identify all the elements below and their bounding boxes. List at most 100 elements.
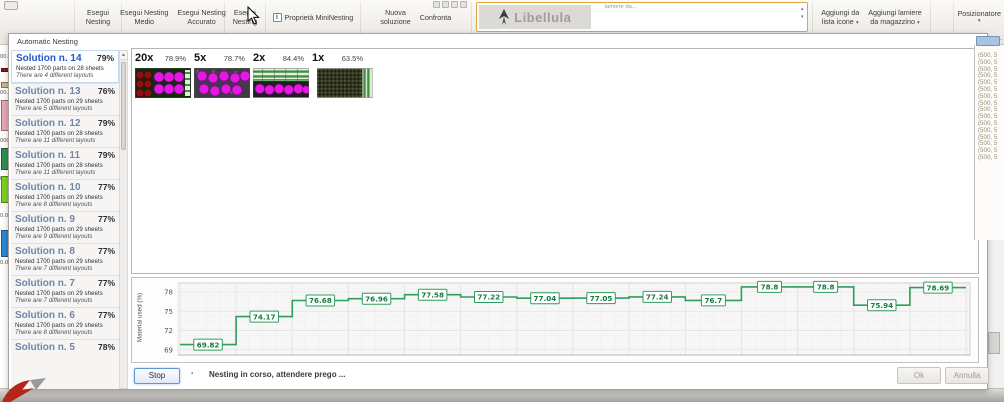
solution-parts-info: Nested 1700 parts on 29 sheets [15,290,115,297]
background-sheet-list: (500, 5(500, 5(500, 5(500, 5(500, 5(500,… [974,45,1004,240]
machine-note: lamiere da... [605,4,637,10]
screen: Esegui Nesting Modo B... Esegui Nesting … [0,0,1004,402]
material-used-chart-panel: Material used (%) 6972757869.8274.1776.6… [131,277,979,363]
background-scrollbar-fragment [988,332,1000,354]
machine-selector[interactable]: Libellula lamiere da... ▴ ▾ [476,2,808,32]
info-icon: i [273,13,282,22]
tool-icon[interactable] [433,1,440,8]
status-bullet-icon: ▪ [191,371,193,377]
scale-cell-20x: 20x 78.9% [135,52,194,64]
material-used-chart: 6972757869.8274.1776.6876.9677.5877.2277… [140,279,976,363]
solution-percentage: 78% [98,342,115,352]
dialog-title: Automatic Nesting [17,37,78,46]
ok-button[interactable]: Ok [897,367,941,384]
stop-button[interactable]: Stop [134,368,180,384]
solution-layouts-info: There are 4 different layouts [16,72,114,79]
svg-text:77.05: 77.05 [590,294,613,303]
solution-parts-info: Nested 1700 parts on 29 sheets [15,258,115,265]
solution-list-item[interactable]: Solution n. 9 77% Nested 1700 parts on 2… [11,211,119,243]
solution-name: Solution n. 8 [15,246,98,257]
solution-name: Solution n. 7 [15,278,98,289]
solution-parts-info: Nested 1700 parts on 29 sheets [15,98,115,105]
sheet-thumbnail-20x[interactable] [135,68,191,98]
proprieta-mininesting-button[interactable]: i Proprietà MiniNesting [270,12,357,23]
solution-list: Solution n. 14 79% Nested 1700 parts on … [11,50,119,389]
solution-percentage: 77% [98,310,115,320]
solution-list-item[interactable]: Solution n. 11 79% Nested 1700 parts on … [11,147,119,179]
svg-text:76.96: 76.96 [365,294,388,303]
solution-list-item[interactable]: Solution n. 7 77% Nested 1700 parts on 2… [11,275,119,307]
chevron-down-icon[interactable]: ▾ [801,15,804,20]
svg-text:69.82: 69.82 [197,340,220,349]
window-bottom-edge [0,388,1004,402]
solution-layouts-info: There are 9 different layouts [15,233,115,240]
tool-icon[interactable] [442,1,449,8]
sheet-thumbnail-1x[interactable] [317,68,373,98]
esegui-nesting-modo-button[interactable]: Esegui Nesting [83,7,113,27]
svg-text:77.04: 77.04 [534,294,557,303]
tool-icon[interactable] [451,1,458,8]
svg-text:78: 78 [164,289,173,297]
posizionatore-button[interactable]: Posizionatore ▾ [954,8,1004,26]
solution-parts-info: Nested 1700 parts on 29 sheets [15,226,115,233]
svg-text:75.94: 75.94 [870,301,893,310]
svg-text:75: 75 [164,308,173,316]
solution-list-item[interactable]: Solution n. 10 77% Nested 1700 parts on … [11,179,119,211]
quick-tools-icons [433,1,467,8]
solution-layouts-info: There are 7 different layouts [15,297,115,304]
solution-percentage: 79% [97,53,114,63]
solution-parts-info: Nested 1700 parts on 29 sheets [15,194,115,201]
solution-layouts-info: There are 11 different layouts [15,169,115,176]
svg-text:69: 69 [164,346,173,354]
solution-name: Solution n. 13 [15,86,98,97]
solution-list-item[interactable]: Solution n. 14 79% Nested 1700 parts on … [11,50,119,83]
solution-percentage: 79% [98,118,115,128]
scale-cell-2x: 2x 84.4% [253,52,312,64]
background-fragment [976,36,1000,46]
solution-list-item[interactable]: Solution n. 6 77% Nested 1700 parts on 2… [11,307,119,339]
solution-list-item[interactable]: Solution n. 12 79% Nested 1700 parts on … [11,115,119,147]
svg-text:72: 72 [164,327,173,335]
solution-name: Solution n. 12 [15,118,98,129]
svg-text:76.68: 76.68 [309,296,332,305]
aggiungi-lamiere-da-magazzino-button[interactable]: Aggiungi lamiere da magazzino ▾ [865,7,925,28]
scrollbar-thumb[interactable] [121,62,126,150]
cancel-button[interactable]: Annulla [945,367,989,384]
solution-layouts-info: There are 7 different layouts [15,265,115,272]
scale-cell-1x: 1x 63.5% [312,52,371,64]
sheet-thumbnails [135,68,373,98]
solution-name: Solution n. 10 [15,182,98,193]
solution-parts-info: Nested 1700 parts on 28 sheets [16,65,114,72]
solution-percentage: 76% [98,86,115,96]
solution-percentage: 77% [98,246,115,256]
solution-percentage: 77% [98,278,115,288]
esegui-nesting-medio-button[interactable]: Esegui Nesting Medio [117,7,171,27]
solution-list-item[interactable]: Solution n. 5 78% [11,339,119,356]
solution-layouts-info: There are 8 different layouts [15,201,115,208]
solution-name: Solution n. 11 [15,150,98,161]
solution-list-item[interactable]: Solution n. 13 76% Nested 1700 parts on … [11,83,119,115]
solution-list-scrollbar[interactable]: ▲ [119,50,128,389]
svg-text:74.17: 74.17 [253,312,276,321]
chevron-up-icon[interactable]: ▴ [801,7,804,12]
confronta-button[interactable]: Confronta [417,12,455,23]
sheet-thumbnail-2x[interactable] [253,68,309,98]
libellula-arrow-logo [0,378,48,402]
solution-percentage: 77% [98,214,115,224]
esegui-nesting-accurato-button[interactable]: Esegui Nesting Accurato [174,7,228,27]
nuova-soluzione-button[interactable]: Nuova soluzione [377,7,413,27]
svg-text:77.58: 77.58 [421,290,444,299]
machine-spinner[interactable]: ▴ ▾ [801,7,804,20]
scroll-up-icon[interactable]: ▲ [120,51,127,60]
solution-layouts-info: There are 5 different layouts [15,105,115,112]
solution-percentage: 79% [98,150,115,160]
scale-header-row: 20x 78.9% 5x 78.7% 2x 84.4% 1x 63.5% [135,52,371,64]
solution-list-item[interactable]: Solution n. 8 77% Nested 1700 parts on 2… [11,243,119,275]
solution-layouts-info: There are 11 different layouts [15,137,115,144]
tool-icon[interactable] [460,1,467,8]
solution-name: Solution n. 5 [15,342,98,353]
chevron-down-icon: ▾ [917,20,920,26]
aggiungi-da-lista-icone-button[interactable]: Aggiungi da lista icone ▾ [818,7,862,28]
sheet-thumbnail-5x[interactable] [194,68,250,98]
solution-parts-info: Nested 1700 parts on 28 sheets [15,130,115,137]
